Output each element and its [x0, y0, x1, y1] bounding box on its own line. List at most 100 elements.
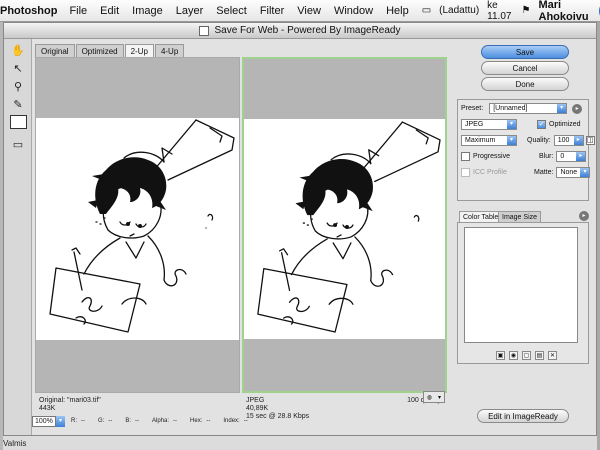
quality-label: Quality: — [527, 137, 551, 144]
menu-image[interactable]: Image — [132, 5, 163, 17]
chevron-down-icon[interactable]: ▾ — [56, 415, 65, 427]
tab-optimized[interactable]: Optimized — [75, 44, 124, 57]
blur-label: Blur: — [539, 153, 554, 160]
tab-image-size[interactable]: Image Size — [498, 211, 542, 222]
window-title: Save For Web - Powered By ImageReady — [214, 25, 401, 36]
battery-icon[interactable]: ▭ — [422, 5, 431, 16]
original-preview-pane[interactable] — [35, 57, 240, 393]
quality-mask-icon[interactable]: ◫ — [585, 136, 595, 145]
g-label: G: — [98, 418, 105, 424]
document-icon — [199, 25, 210, 36]
matte-select[interactable]: None ▾ — [556, 167, 591, 178]
new-color-icon[interactable]: ▤ — [535, 351, 544, 360]
b-label: B: — [125, 418, 132, 424]
menu-help[interactable]: Help — [386, 5, 409, 17]
menu-select[interactable]: Select — [216, 5, 247, 17]
lock-color-icon[interactable]: ▢ — [522, 351, 531, 360]
preview-matte-bottom — [36, 340, 239, 392]
preview-matte-top — [36, 58, 239, 118]
r-value: -- — [81, 418, 85, 424]
toggle-slices-icon[interactable]: ▭ — [9, 137, 27, 151]
web-shift-icon[interactable]: ◉ — [509, 351, 518, 360]
edit-in-imageready-button[interactable]: Edit in ImageReady — [477, 409, 569, 423]
matte-value: None — [560, 169, 578, 176]
progressive-row: Progressive Blur: 0 ▸ — [461, 151, 587, 162]
progressive-label: Progressive — [473, 153, 510, 160]
tab-original[interactable]: Original — [35, 44, 75, 57]
original-filename: Original: "mari03.tif" — [39, 397, 101, 404]
alpha-value: -- — [173, 418, 178, 424]
quality-value: 100 — [557, 137, 570, 144]
chevron-down-icon: ▾ — [507, 120, 516, 129]
eyedropper-tool-icon[interactable]: ✎ — [9, 97, 27, 111]
chevron-down-icon: ▾ — [507, 136, 516, 145]
optimized-checkbox[interactable]: ✓ — [537, 120, 546, 129]
menu-window[interactable]: Window — [334, 5, 373, 17]
title-bar[interactable]: Save For Web - Powered By ImageReady — [4, 23, 596, 39]
trash-icon[interactable]: ✕ — [548, 351, 557, 360]
chevron-right-icon: ▸ — [573, 136, 583, 145]
tool-column: ✋ ↖ ⚲ ✎ ▭ — [4, 39, 32, 435]
clock[interactable]: ke 11.07 — [487, 0, 513, 22]
optimized-preview-pane[interactable] — [242, 57, 447, 393]
zoom-tool-icon[interactable]: ⚲ — [9, 79, 27, 93]
hex-label: Hex: — [190, 418, 203, 424]
status-bar: 100% ▾ R: -- G: -- B: -- Alpha: -- Hex: … — [32, 409, 450, 433]
format-select[interactable]: JPEG ▾ — [461, 119, 517, 130]
zoom-field[interactable]: 100% — [32, 415, 56, 427]
drawing-illustration — [49, 119, 235, 333]
cancel-button[interactable]: Cancel — [481, 61, 569, 75]
preview-matte-top — [244, 59, 445, 119]
settings-panel: Save Cancel Done Preset: [Unnamed] ▾ ▸ J… — [451, 39, 596, 435]
preset-label: Preset: — [461, 105, 484, 112]
menu-layer[interactable]: Layer — [176, 5, 204, 17]
preset-value: [Unnamed] — [493, 105, 528, 112]
map-color-icon[interactable]: ▣ — [496, 351, 505, 360]
preview-in-browser-button[interactable]: ◍ ▾ — [423, 391, 445, 403]
index-label: Index: — [223, 418, 240, 424]
color-table-actions: ▣ ◉ ▢ ▤ ✕ — [496, 351, 557, 360]
battery-status[interactable]: (Ladattu) — [439, 5, 479, 16]
preset-select[interactable]: [Unnamed] ▾ — [489, 103, 568, 114]
menu-filter[interactable]: Filter — [260, 5, 284, 17]
drawing-illustration — [257, 121, 441, 333]
color-table-menu-icon[interactable]: ▸ — [579, 211, 589, 221]
menu-app-name[interactable]: Photoshop — [0, 5, 57, 17]
flag-icon[interactable]: ⚑ — [522, 5, 531, 16]
hand-tool-icon[interactable]: ✋ — [9, 43, 27, 57]
menu-file[interactable]: File — [69, 5, 87, 17]
chevron-down-icon: ▾ — [557, 104, 567, 113]
menu-extras: ▭ (Ladattu) ke 11.07 ⚑ Mari Ahokoivu ⚲ — [422, 0, 600, 23]
color-table-panel: ▣ ◉ ▢ ▤ ✕ — [457, 222, 589, 364]
tab-2-up[interactable]: 2-Up — [124, 44, 154, 57]
tab-color-table[interactable]: Color Table — [459, 211, 503, 222]
menu-view[interactable]: View — [297, 5, 321, 17]
compression-select[interactable]: Maximum ▾ — [461, 135, 517, 146]
icc-profile-checkbox[interactable] — [461, 168, 470, 177]
icc-row: ICC Profile Matte: None ▾ — [461, 167, 591, 178]
footer-status: Valmis — [3, 439, 27, 448]
color-table-swatches[interactable] — [464, 227, 578, 343]
done-button[interactable]: Done — [481, 77, 569, 91]
chevron-right-icon: ▸ — [576, 152, 586, 161]
save-button[interactable]: Save — [481, 45, 569, 59]
icc-profile-label: ICC Profile — [473, 169, 507, 176]
quality-row: Maximum ▾ Quality: 100 ▸ ◫ — [461, 135, 598, 146]
chevron-down-icon: ▾ — [580, 168, 590, 177]
blur-field[interactable]: 0 ▸ — [556, 151, 587, 162]
hex-value: -- — [206, 418, 211, 424]
compression-value: Maximum — [465, 137, 496, 144]
tab-4-up[interactable]: 4-Up — [154, 44, 185, 57]
progressive-checkbox[interactable] — [461, 152, 470, 161]
menu-edit[interactable]: Edit — [100, 5, 119, 17]
view-tabs: Original Optimized 2-Up 4-Up — [35, 44, 185, 57]
user-name[interactable]: Mari Ahokoivu — [539, 0, 592, 23]
index-value: -- — [243, 418, 248, 424]
menu-bar: Photoshop File Edit Image Layer Select F… — [0, 0, 600, 23]
slice-select-tool-icon[interactable]: ↖ — [9, 61, 27, 75]
g-value: -- — [108, 418, 113, 424]
quality-field[interactable]: 100 ▸ — [553, 135, 584, 146]
format-value: JPEG — [465, 121, 484, 128]
settings-menu-icon[interactable]: ▸ — [572, 103, 583, 114]
eyedropper-color-swatch[interactable] — [10, 115, 27, 129]
